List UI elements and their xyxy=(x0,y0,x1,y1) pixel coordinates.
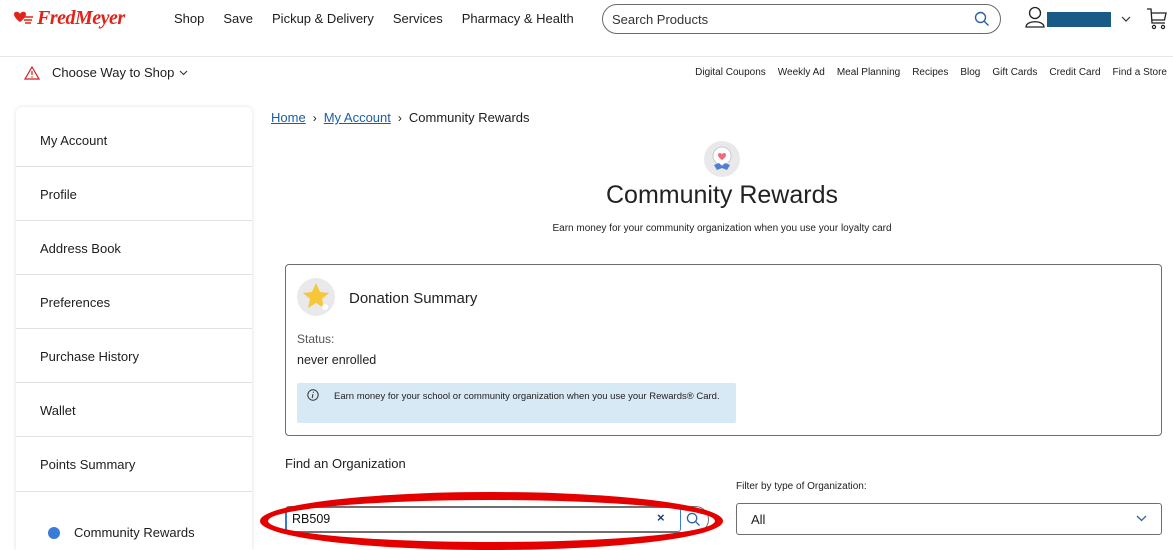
sidebar-item-my-account[interactable]: My Account xyxy=(40,133,107,148)
secondary-header: Choose Way to Shop Digital Coupons Weekl… xyxy=(0,56,1173,88)
logo-text: FredMeyer xyxy=(37,6,125,29)
sidebar-item-community-rewards[interactable]: Community Rewards xyxy=(48,525,195,540)
info-text: Earn money for your school or community … xyxy=(334,391,720,402)
chevron-down-icon xyxy=(179,70,188,75)
organization-search: RB509 × xyxy=(285,506,709,533)
utility-links: Digital Coupons Weekly Ad Meal Planning … xyxy=(695,67,1167,78)
breadcrumb-my-account-link[interactable]: My Account xyxy=(324,110,391,125)
sidebar-item-preferences[interactable]: Preferences xyxy=(40,295,110,310)
sidebar-divider xyxy=(16,436,252,437)
warning-icon xyxy=(24,65,40,80)
nav-save[interactable]: Save xyxy=(223,11,253,26)
link-credit-card[interactable]: Credit Card xyxy=(1049,67,1100,78)
link-weekly-ad[interactable]: Weekly Ad xyxy=(778,67,825,78)
sidebar-item-address-book[interactable]: Address Book xyxy=(40,241,121,256)
clear-search-button[interactable]: × xyxy=(657,510,665,525)
select-value: All xyxy=(751,512,766,527)
link-find-a-store[interactable]: Find a Store xyxy=(1113,67,1167,78)
sidebar-item-profile[interactable]: Profile xyxy=(40,187,77,202)
chevron-down-icon[interactable] xyxy=(1121,16,1131,22)
find-organization-title: Find an Organization xyxy=(285,456,406,471)
breadcrumb-current: Community Rewards xyxy=(408,110,530,125)
page-title: Community Rewards xyxy=(605,181,838,209)
sidebar-divider xyxy=(16,166,252,167)
nav-pickup-delivery[interactable]: Pickup & Delivery xyxy=(272,11,374,26)
status-value: never enrolled xyxy=(297,353,377,367)
breadcrumb-home-link[interactable]: Home xyxy=(271,110,306,125)
sidebar-item-wallet[interactable]: Wallet xyxy=(40,403,76,418)
donation-summary-title: Donation Summary xyxy=(349,290,478,307)
sidebar-divider xyxy=(16,328,252,329)
sidebar-divider xyxy=(16,382,252,383)
nav-shop[interactable]: Shop xyxy=(174,11,204,26)
info-icon xyxy=(307,389,319,401)
top-header: FredMeyer Shop Save Pickup & Delivery Se… xyxy=(0,0,1173,38)
sidebar-divider xyxy=(16,220,252,221)
link-meal-planning[interactable]: Meal Planning xyxy=(837,67,900,78)
search-icon[interactable] xyxy=(974,11,990,27)
user-icon xyxy=(1025,6,1045,28)
link-recipes[interactable]: Recipes xyxy=(912,67,948,78)
sidebar-divider xyxy=(16,491,252,492)
search-products-input[interactable]: Search Products xyxy=(602,4,1001,34)
filter-label: Filter by type of Organization: xyxy=(736,481,867,492)
account-name-redacted xyxy=(1047,11,1111,27)
breadcrumb-separator: › xyxy=(397,110,402,125)
info-banner: Earn money for your school or community … xyxy=(297,383,736,423)
community-rewards-badge-icon xyxy=(704,141,740,177)
sidebar-item-label: Community Rewards xyxy=(74,525,195,540)
nav-services[interactable]: Services xyxy=(393,11,443,26)
status-label: Status: xyxy=(297,332,335,346)
link-digital-coupons[interactable]: Digital Coupons xyxy=(695,67,766,78)
link-gift-cards[interactable]: Gift Cards xyxy=(992,67,1037,78)
main-nav: Shop Save Pickup & Delivery Services Pha… xyxy=(174,11,574,26)
cart-icon[interactable] xyxy=(1146,6,1168,30)
choose-way-label: Choose Way to Shop xyxy=(52,65,175,80)
sidebar-divider xyxy=(16,274,252,275)
donation-summary-card: Donation Summary Status: never enrolled … xyxy=(285,264,1162,436)
star-badge-icon xyxy=(297,278,335,316)
chevron-down-icon xyxy=(1136,515,1147,522)
sidebar-item-points-summary[interactable]: Points Summary xyxy=(40,457,135,472)
choose-way-to-shop-button[interactable]: Choose Way to Shop xyxy=(24,65,188,80)
account-menu[interactable] xyxy=(1025,6,1131,28)
organization-search-input[interactable]: RB509 xyxy=(286,507,681,532)
organization-type-select[interactable]: All xyxy=(736,503,1162,535)
logo-heart-icon xyxy=(14,11,33,24)
page-subtitle: Earn money for your community organizati… xyxy=(552,223,892,234)
breadcrumb: Home › My Account › Community Rewards xyxy=(271,110,530,125)
link-blog[interactable]: Blog xyxy=(960,67,980,78)
fredmeyer-logo[interactable]: FredMeyer xyxy=(12,6,125,30)
active-indicator-dot xyxy=(48,526,60,539)
account-sidebar: My Account Profile Address Book Preferen… xyxy=(16,107,252,550)
search-placeholder: Search Products xyxy=(612,11,709,27)
breadcrumb-separator: › xyxy=(312,110,317,125)
search-icon[interactable] xyxy=(686,512,701,527)
nav-pharmacy-health[interactable]: Pharmacy & Health xyxy=(462,11,574,26)
sidebar-item-purchase-history[interactable]: Purchase History xyxy=(40,349,139,364)
